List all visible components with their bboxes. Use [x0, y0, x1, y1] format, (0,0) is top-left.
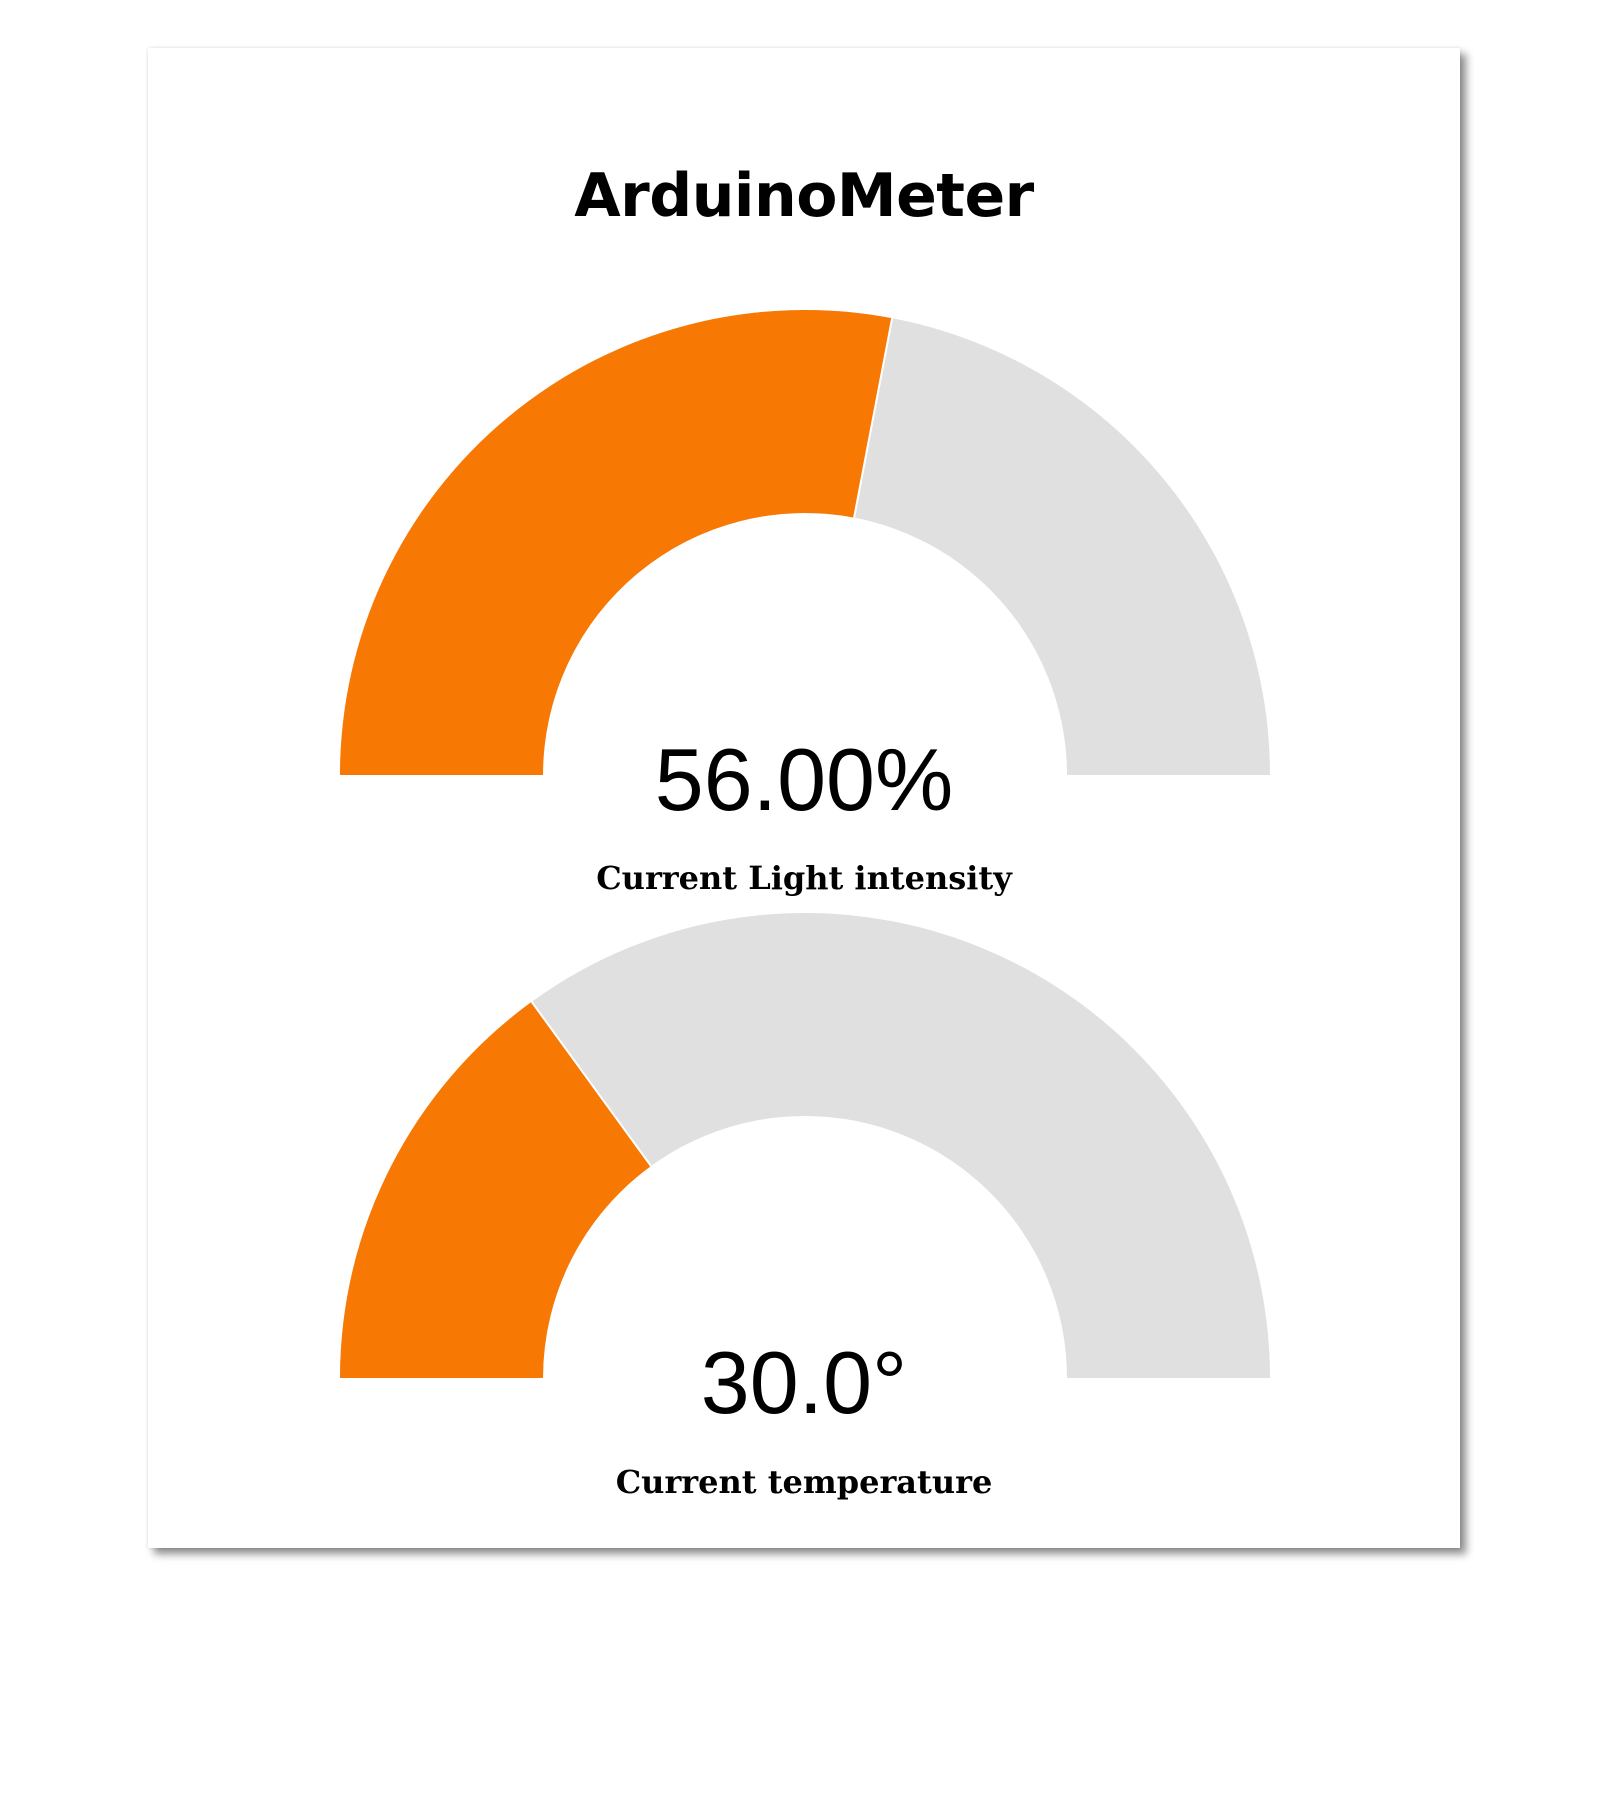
temperature-gauge: 30.0° Current temperature	[148, 913, 1460, 1501]
meter-card: ArduinoMeter 56.00% Current Light intens…	[148, 48, 1460, 1548]
light-intensity-gauge-arc	[340, 310, 1270, 775]
light-intensity-label: Current Light intensity	[596, 859, 1012, 897]
light-intensity-gauge: 56.00% Current Light intensity	[148, 310, 1460, 897]
gauge-fill	[340, 310, 893, 775]
light-intensity-value: 56.00%	[654, 730, 954, 829]
temperature-value: 30.0°	[700, 1333, 908, 1432]
temperature-label: Current temperature	[615, 1463, 993, 1501]
temperature-gauge-arc	[340, 913, 1270, 1378]
page-title: ArduinoMeter	[574, 161, 1034, 231]
